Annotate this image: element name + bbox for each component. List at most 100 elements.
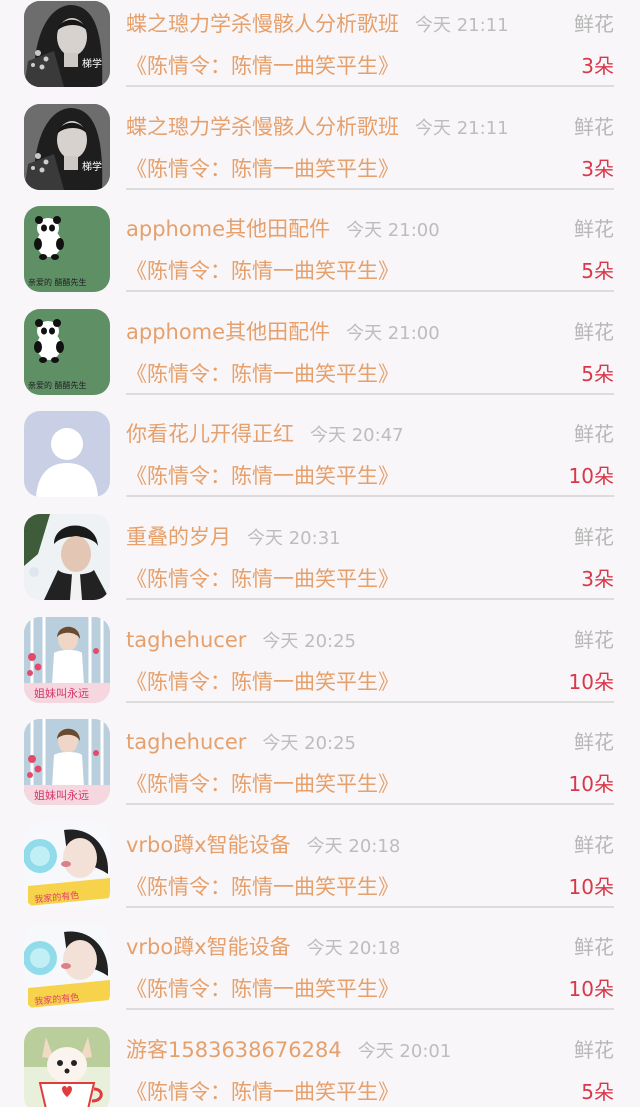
gift-time: 今天 20:18 [306,938,401,960]
user-avatar[interactable]: 亲爱的 醋醋先生 [24,308,110,395]
song-title[interactable]: 《陈情令：陈情一曲笑平生》 [126,665,399,699]
svg-text:亲爱的 醋醋先生: 亲爱的 醋醋先生 [28,277,87,287]
svg-text:亲爱的 醋醋先生: 亲爱的 醋醋先生 [28,380,87,390]
song-title[interactable]: 《陈情令：陈情一曲笑平生》 [126,972,399,1006]
man-portrait-avatar [24,514,110,600]
row-divider [126,803,614,806]
gift-type-label: 鲜花 [574,730,614,755]
gift-record-row[interactable]: 我家的有色 vrbo蹲x智能设备 今天 20:18 鲜花 《陈情令：陈情一曲笑平生》 10… [0,821,640,927]
svg-text:梯学: 梯学 [82,160,102,173]
flower-count: 10朵 [568,772,614,797]
song-title[interactable]: 《陈情令：陈情一曲笑平生》 [126,357,399,391]
gift-record-row[interactable]: 亲爱的 醋醋先生 apphome其他田配件 今天 21:00 鲜花《陈情令：陈情一曲笑… [0,308,640,414]
gift-record-row[interactable]: 亲爱的 醋醋先生 apphome其他田配件 今天 21:00 鲜花《陈情令：陈情一曲笑… [0,206,640,311]
user-avatar[interactable]: 我家的有色 [24,821,110,908]
default-user-avatar [24,411,110,498]
user-avatar[interactable] [24,514,110,600]
gift-record-row[interactable]: 梯学 蝶之璁力学杀慢骸人分析歌班 今天 21:11 鲜花《陈情令：陈情一曲笑平生》 3朵 [0,103,640,209]
username[interactable]: 蝶之璁力学杀慢骸人分析歌班 [126,7,399,41]
row-divider [126,905,614,908]
user-avatar[interactable]: 姐妹叫永远 [24,616,110,703]
user-avatar[interactable]: 亲爱的 醋醋先生 [24,206,110,293]
panda-avatar: 亲爱的 醋醋先生 [24,206,110,293]
gift-type-label: 鲜花 [574,217,614,242]
row-divider [126,85,614,87]
svg-text:姐妹叫永远: 姐妹叫永远 [34,788,89,802]
song-title[interactable]: 《陈情令：陈情一曲笑平生》 [126,49,399,83]
gift-type-label: 鲜花 [574,12,614,36]
song-title[interactable]: 《陈情令：陈情一曲笑平生》 [126,459,399,493]
gift-type-label: 鲜花 [574,1038,614,1062]
flower-count: 3朵 [581,156,614,181]
gift-record-list[interactable]: 梯学 蝶之璁力学杀慢骸人分析歌班 今天 21:11 鲜花 《陈情令：陈情一曲笑平生》 3朵… [0,0,640,1107]
woman-blowing-bubble-avatar: 我家的有色 [24,924,110,1011]
gift-type-label: 鲜花 [574,319,614,344]
gift-record-row[interactable]: 梯学 蝶之璁力学杀慢骸人分析歌班 今天 21:11 鲜花 《陈情令：陈情一曲笑平生》 3朵 [0,1,640,106]
song-title[interactable]: 《陈情令：陈情一曲笑平生》 [126,152,399,186]
user-avatar[interactable] [24,411,110,498]
flower-count: 10朵 [568,464,614,489]
gift-time: 今天 21:11 [415,15,509,36]
row-divider [126,187,614,190]
gift-time: 今天 20:31 [247,528,341,549]
gift-type-label: 鲜花 [574,114,614,139]
user-avatar[interactable]: 梯学 [24,1,110,87]
row-divider [126,495,614,498]
flower-count: 5朵 [581,1080,614,1104]
row-divider [126,290,614,293]
gift-type-label: 鲜花 [574,627,614,652]
gift-record-row[interactable]: 姐妹叫永远 taghehucer 今天 20:25 鲜花《陈情令：陈情一曲笑平生》 10… [0,616,640,722]
user-info: vrbo蹲x智能设备 今天 20:18 [126,930,400,964]
username[interactable]: taghehucer [126,623,246,657]
row-divider [126,598,614,600]
username[interactable]: apphome其他田配件 [126,212,330,246]
user-avatar[interactable]: 梯学 [24,103,110,190]
gift-time: 今天 20:25 [262,630,356,652]
username[interactable]: 你看花儿开得正红 [126,417,294,451]
woman-portrait-avatar: 梯学 [24,103,110,190]
song-title[interactable]: 《陈情令：陈情一曲笑平生》 [126,870,399,904]
gift-time: 今天 20:47 [310,425,404,447]
gift-record-row[interactable]: 你看花儿开得正红 今天 20:47 鲜花《陈情令：陈情一曲笑平生》 10朵 [0,411,640,516]
user-info: taghehucer 今天 20:25 [126,623,356,657]
girl-photo-avatar: 姐妹叫永远 [24,719,110,806]
gift-record-row[interactable]: 我家的有色 vrbo蹲x智能设备 今天 20:18 鲜花《陈情令：陈情一曲笑平生》 10… [0,924,640,1029]
gift-time: 今天 20:25 [262,733,356,755]
user-info: 蝶之璁力学杀慢骸人分析歌班 今天 21:11 [126,110,509,144]
user-info: apphome其他田配件 今天 21:00 [126,315,440,349]
flower-count: 10朵 [568,977,614,1002]
user-info: 重叠的岁月 今天 20:31 [126,520,341,554]
user-info: taghehucer 今天 20:25 [126,725,356,759]
song-title[interactable]: 《陈情令：陈情一曲笑平生》 [126,767,399,801]
user-info: apphome其他田配件 今天 21:00 [126,212,440,246]
username[interactable]: vrbo蹲x智能设备 [126,930,291,964]
gift-type-label: 鲜花 [574,422,614,447]
user-avatar[interactable]: 姐妹叫永远 [24,719,110,806]
gift-record-row[interactable]: 游客1583638676284 今天 20:01 鲜花《陈情令：陈情一曲笑平生》 5朵 [0,1027,640,1107]
row-divider [126,392,614,395]
gift-record-row[interactable]: 姐妹叫永远 taghehucer 今天 20:25 鲜花《陈情令：陈情一曲笑平生》 10… [0,719,640,824]
username[interactable]: apphome其他田配件 [126,315,330,349]
row-divider [126,700,614,703]
user-info: 蝶之璁力学杀慢骸人分析歌班 今天 21:11 [126,7,509,41]
song-title[interactable]: 《陈情令：陈情一曲笑平生》 [126,562,399,596]
user-avatar[interactable] [24,1027,110,1107]
username[interactable]: 蝶之璁力学杀慢骸人分析歌班 [126,110,399,144]
username[interactable]: taghehucer [126,725,246,759]
song-title[interactable]: 《陈情令：陈情一曲笑平生》 [126,254,399,288]
gift-time: 今天 21:11 [415,117,509,139]
flower-count: 10朵 [568,874,614,899]
username[interactable]: vrbo蹲x智能设备 [126,828,291,862]
username[interactable]: 游客1583638676284 [126,1033,342,1067]
user-info: 游客1583638676284 今天 20:01 [126,1033,451,1067]
gift-type-label: 鲜花 [574,935,614,960]
song-title[interactable]: 《陈情令：陈情一曲笑平生》 [126,1075,399,1107]
gift-record-row[interactable]: 重叠的岁月 今天 20:31 鲜花 《陈情令：陈情一曲笑平生》 3朵 [0,514,640,619]
svg-text:梯学: 梯学 [82,57,102,70]
gift-time: 今天 20:18 [306,835,401,857]
username[interactable]: 重叠的岁月 [126,520,231,554]
gift-time: 今天 21:00 [346,322,440,344]
flower-count: 10朵 [568,669,614,694]
user-avatar[interactable]: 我家的有色 [24,924,110,1011]
woman-portrait-avatar: 梯学 [24,1,110,87]
